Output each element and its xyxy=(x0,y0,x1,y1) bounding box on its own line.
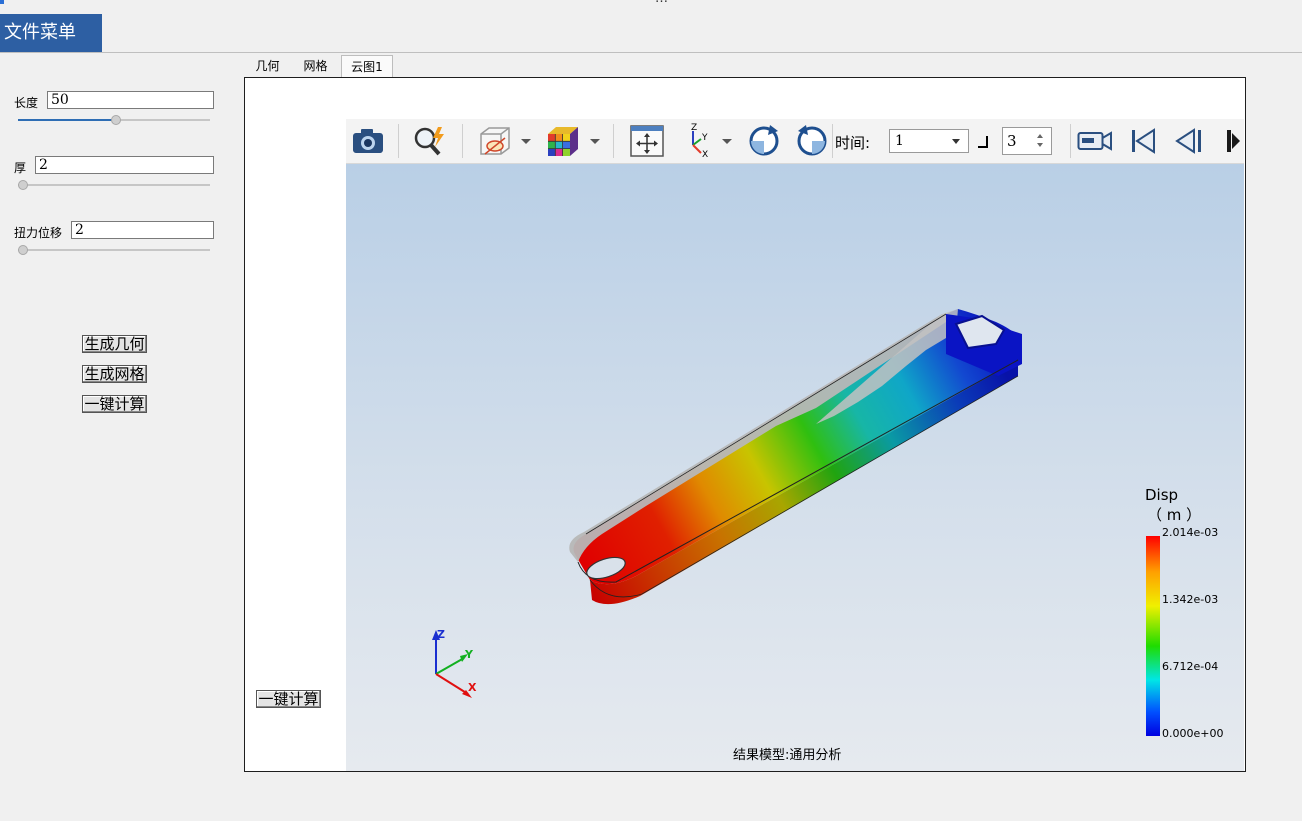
step-icon xyxy=(978,136,988,148)
wrench-contour-model: Z Y X xyxy=(432,309,1022,698)
app-icon xyxy=(0,0,4,4)
svg-text:Y: Y xyxy=(701,133,708,143)
slider-thumb[interactable] xyxy=(110,115,121,125)
torque-disp-label: 扭力位移 xyxy=(14,226,63,240)
torque-disp-input[interactable]: 2 xyxy=(71,221,214,239)
slider-fill xyxy=(18,119,116,121)
toolbar-separator xyxy=(613,124,614,158)
toolbar-separator xyxy=(398,124,399,158)
rotate-cw-icon[interactable] xyxy=(744,123,784,159)
legend-unit: （ m ） xyxy=(1147,506,1202,524)
length-input[interactable]: 50 xyxy=(47,91,214,109)
thickness-label: 厚 xyxy=(14,161,27,175)
first-frame-icon[interactable] xyxy=(1126,123,1160,159)
axis-view-icon[interactable]: ZYX xyxy=(680,123,716,159)
result-model-label: 结果模型:通用分析 xyxy=(733,748,842,763)
window-title: … xyxy=(655,0,670,6)
zoom-lightning-icon[interactable] xyxy=(410,123,450,159)
video-record-icon[interactable] xyxy=(1076,123,1114,159)
legend-min-value: 0.000e+00 xyxy=(1162,727,1224,740)
play-icon[interactable] xyxy=(1224,123,1244,159)
spin-up-icon[interactable] xyxy=(1037,134,1043,138)
thickness-slider[interactable] xyxy=(18,179,210,191)
svg-text:X: X xyxy=(702,150,708,159)
toolbar-separator xyxy=(1070,124,1071,158)
svg-text:Z: Z xyxy=(691,123,697,133)
time-label: 时间: xyxy=(835,134,871,152)
one-click-calc-button-bottom[interactable]: 一键计算 xyxy=(256,690,321,708)
slider-track xyxy=(18,184,210,186)
legend-max-value: 2.014e-03 xyxy=(1162,526,1219,539)
tab-geometry[interactable]: 几何 xyxy=(245,55,290,77)
slider-thumb[interactable] xyxy=(18,180,28,190)
one-click-calc-button[interactable]: 一键计算 xyxy=(82,395,147,413)
legend-title: Disp xyxy=(1145,486,1179,504)
chevron-down-icon[interactable] xyxy=(590,139,600,144)
time-select[interactable]: 1 xyxy=(889,129,969,153)
fit-view-icon[interactable] xyxy=(627,123,667,159)
generate-geometry-button[interactable]: 生成几何 xyxy=(82,335,147,353)
viewer-toolbar: ZYX 时间: 1 3 xyxy=(346,119,1244,164)
spin-down-icon[interactable] xyxy=(1037,143,1043,147)
tab-mesh[interactable]: 网格 xyxy=(293,55,338,77)
result-viewer: ZYX 时间: 1 3 Z Y X Disp （ m ） 2.014e-03 1… xyxy=(346,119,1244,771)
color-cube-icon[interactable] xyxy=(542,123,582,159)
legend-value-2: 1.342e-03 xyxy=(1162,593,1219,606)
triad-z-label: Z xyxy=(437,628,445,641)
toolbar-separator xyxy=(462,124,463,158)
toolbar-separator xyxy=(832,124,833,158)
triad-y-label: Y xyxy=(464,648,474,661)
triad-x-label: X xyxy=(468,681,477,694)
slider-track xyxy=(18,249,210,251)
step-spinbox[interactable]: 3 xyxy=(1002,127,1052,155)
3d-scene[interactable]: Z Y X Disp （ m ） 2.014e-03 1.342e-03 6.7… xyxy=(346,164,1244,771)
length-slider[interactable] xyxy=(18,114,210,126)
menu-divider xyxy=(0,52,1302,53)
camera-icon[interactable] xyxy=(350,123,386,159)
generate-mesh-button[interactable]: 生成网格 xyxy=(82,365,147,383)
legend-value-3: 6.712e-04 xyxy=(1162,660,1219,673)
length-label: 长度 xyxy=(14,96,39,110)
thickness-input[interactable]: 2 xyxy=(35,156,214,174)
chevron-down-icon[interactable] xyxy=(722,139,732,144)
time-value: 1 xyxy=(895,133,904,149)
chevron-down-icon[interactable] xyxy=(952,139,960,144)
tab-contour-1[interactable]: 云图1 xyxy=(341,55,393,78)
rotate-ccw-icon[interactable] xyxy=(792,123,832,159)
legend-color-bar xyxy=(1146,536,1160,736)
display-style-icon[interactable] xyxy=(474,123,514,159)
file-menu-button[interactable]: 文件菜单 xyxy=(0,14,102,52)
torque-disp-slider[interactable] xyxy=(18,244,210,256)
step-value: 3 xyxy=(1007,132,1017,150)
chevron-down-icon[interactable] xyxy=(521,139,531,144)
slider-thumb[interactable] xyxy=(18,245,28,255)
prev-frame-icon[interactable] xyxy=(1172,123,1206,159)
